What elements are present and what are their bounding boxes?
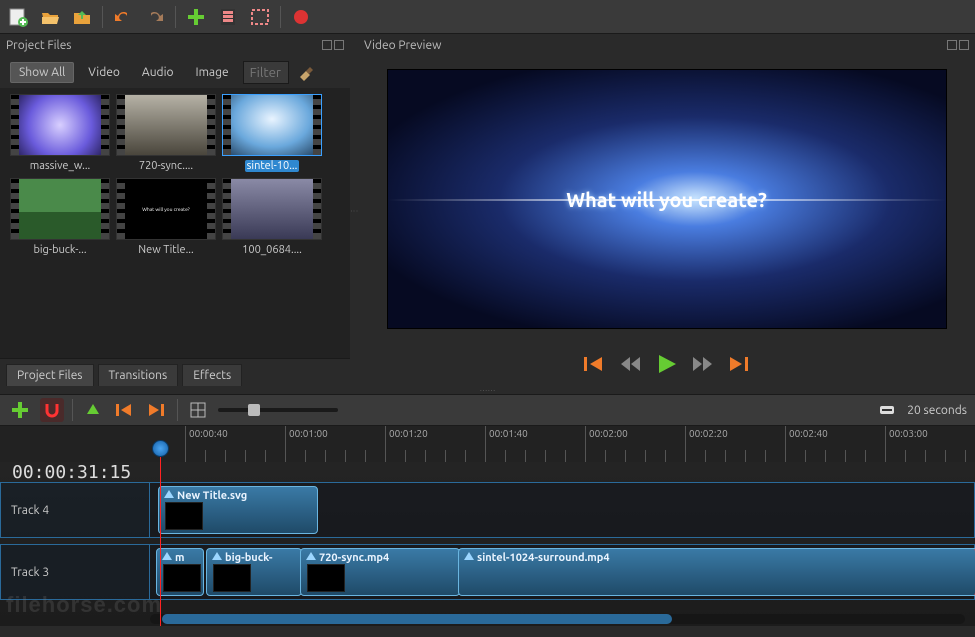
timeline-ruler[interactable]: 00:00:4000:01:0000:01:2000:01:4000:02:00…: [0, 426, 975, 462]
rewind-button[interactable]: [620, 355, 642, 373]
timeline-track: Track 4New Title.svg: [0, 482, 975, 538]
timeline: 00:00:4000:01:0000:01:2000:01:4000:02:00…: [0, 426, 975, 626]
project-files-filter-bar: Show All Video Audio Image: [0, 56, 350, 88]
play-button[interactable]: [656, 353, 678, 375]
project-panel-tabs: Project Files Transitions Effects: [0, 358, 350, 386]
project-file-item[interactable]: 100_0684....: [222, 178, 322, 256]
project-files-grid: massive_w... 720-sync.... sintel-10... b…: [0, 88, 350, 358]
project-file-item[interactable]: 720-sync....: [116, 94, 216, 172]
profile-button[interactable]: [216, 5, 240, 29]
export-button[interactable]: [289, 5, 313, 29]
fullscreen-button[interactable]: [248, 5, 272, 29]
panel-window-controls[interactable]: [322, 40, 344, 50]
project-files-title-bar: Project Files: [0, 34, 350, 56]
zoom-slider[interactable]: [218, 408, 338, 412]
tab-effects[interactable]: Effects: [182, 364, 242, 386]
timecode-display: 00:00:31:15: [12, 462, 131, 483]
timeline-toolbar: 20 seconds: [0, 394, 975, 426]
track-label[interactable]: Track 4: [0, 482, 150, 538]
video-clip[interactable]: m: [156, 548, 204, 596]
video-preview-panel: Video Preview What will you create?: [358, 34, 975, 386]
filter-input[interactable]: [243, 61, 289, 84]
add-track-button[interactable]: [8, 398, 32, 422]
video-preview-title: Video Preview: [364, 39, 441, 52]
clear-filter-button[interactable]: [295, 61, 317, 83]
video-clip[interactable]: New Title.svg: [158, 486, 318, 534]
project-files-title: Project Files: [6, 39, 72, 52]
new-project-button[interactable]: [6, 5, 30, 29]
tab-transitions[interactable]: Transitions: [98, 364, 179, 386]
project-file-item[interactable]: big-buck-...: [10, 178, 110, 256]
video-preview-display: What will you create?: [387, 69, 947, 329]
project-file-item[interactable]: sintel-10...: [222, 94, 322, 172]
previous-marker-button[interactable]: [113, 398, 137, 422]
jump-start-button[interactable]: [584, 355, 606, 373]
panel-splitter-vertical[interactable]: ⋮: [350, 34, 358, 386]
zoom-scale-button[interactable]: [875, 398, 899, 422]
track-body[interactable]: New Title.svg: [150, 482, 975, 538]
zoom-label: 20 seconds: [907, 404, 967, 417]
add-marker-button[interactable]: [81, 398, 105, 422]
playhead[interactable]: [160, 450, 161, 626]
project-files-panel: Project Files Show All Video Audio Image…: [0, 34, 350, 386]
video-clip[interactable]: big-buck-: [206, 548, 302, 596]
watermark: filehorse.com: [6, 592, 162, 618]
project-file-item[interactable]: What will you create? New Title...: [116, 178, 216, 256]
redo-button[interactable]: [143, 5, 167, 29]
open-project-button[interactable]: [38, 5, 62, 29]
jump-end-button[interactable]: [728, 355, 750, 373]
track-body[interactable]: mbig-buck-720-sync.mp4sintel-1024-surrou…: [150, 544, 975, 600]
playback-controls: [358, 342, 975, 386]
filter-tab-image[interactable]: Image: [188, 63, 237, 82]
timeline-horizontal-scrollbar[interactable]: [150, 614, 965, 624]
center-playhead-button[interactable]: [186, 398, 210, 422]
import-files-button[interactable]: [184, 5, 208, 29]
tab-project-files[interactable]: Project Files: [6, 364, 94, 386]
project-file-item[interactable]: massive_w...: [10, 94, 110, 172]
filter-tab-show-all[interactable]: Show All: [10, 62, 74, 83]
panel-splitter-horizontal[interactable]: ⋯⋯: [0, 386, 975, 394]
video-clip[interactable]: 720-sync.mp4: [300, 548, 460, 596]
video-clip[interactable]: sintel-1024-surround.mp4: [458, 548, 975, 596]
fast-forward-button[interactable]: [692, 355, 714, 373]
filter-tab-audio[interactable]: Audio: [134, 63, 182, 82]
main-toolbar: [0, 0, 975, 34]
undo-button[interactable]: [111, 5, 135, 29]
save-project-button[interactable]: [70, 5, 94, 29]
filter-tab-video[interactable]: Video: [80, 63, 128, 82]
video-preview-title-bar: Video Preview: [358, 34, 975, 56]
snap-button[interactable]: [40, 398, 64, 422]
next-marker-button[interactable]: [145, 398, 169, 422]
preview-overlay-text: What will you create?: [566, 188, 767, 211]
panel-window-controls[interactable]: [947, 40, 969, 50]
